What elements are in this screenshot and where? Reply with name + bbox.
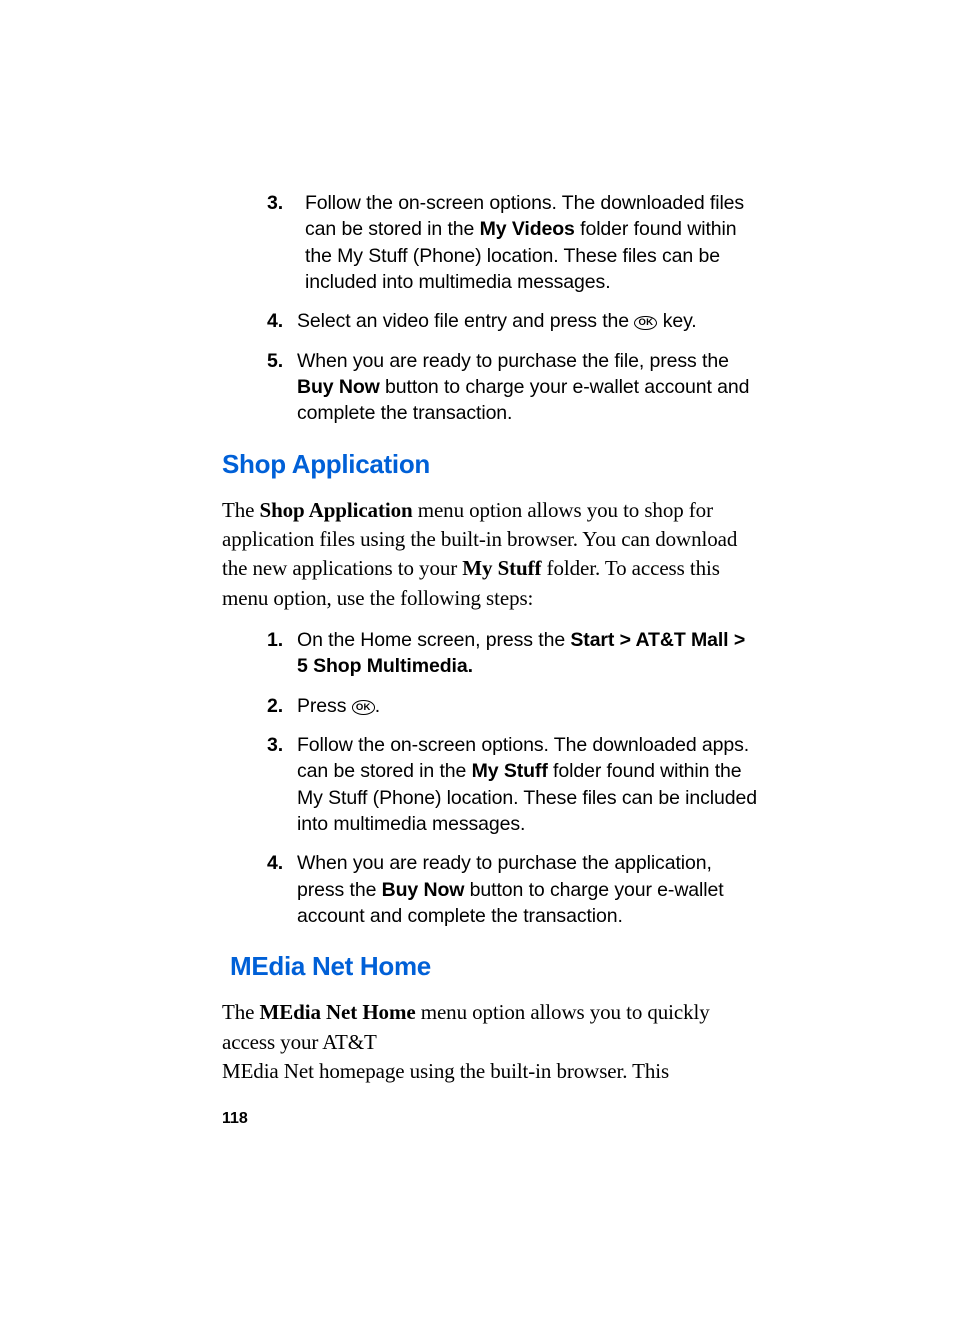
- top-numbered-list: 3. Follow the on-screen options. The dow…: [267, 190, 759, 427]
- list-number: 2.: [267, 693, 283, 719]
- list-item: 3. Follow the on-screen options. The dow…: [267, 190, 759, 295]
- list-number: 4.: [267, 850, 283, 876]
- ok-key-icon: OK: [634, 316, 657, 331]
- para-shop-application: The Shop Application menu option allows …: [222, 496, 759, 614]
- list-number: 1.: [267, 627, 283, 653]
- heading-shop-application: Shop Application: [222, 449, 759, 480]
- mid-numbered-list: 1.On the Home screen, press the Start > …: [267, 627, 759, 929]
- list-number: 4.: [267, 308, 283, 334]
- list-item: 4.When you are ready to purchase the app…: [267, 850, 759, 929]
- list-item: 4.Select an video file entry and press t…: [267, 308, 759, 334]
- list-number: 3.: [267, 190, 283, 216]
- para-media-net-home: The MEdia Net Home menu option allows yo…: [222, 998, 759, 1086]
- heading-media-net-home: MEdia Net Home: [230, 951, 759, 982]
- list-number: 3.: [267, 732, 283, 758]
- list-number: 5.: [267, 348, 283, 374]
- page-number: 118: [222, 1110, 248, 1128]
- list-item: 5.When you are ready to purchase the fil…: [267, 348, 759, 427]
- ok-key-icon: OK: [352, 700, 375, 715]
- list-item: 3.Follow the on-screen options. The down…: [267, 732, 759, 837]
- list-item: 2.Press OK.: [267, 693, 759, 719]
- list-item: 1.On the Home screen, press the Start > …: [267, 627, 759, 680]
